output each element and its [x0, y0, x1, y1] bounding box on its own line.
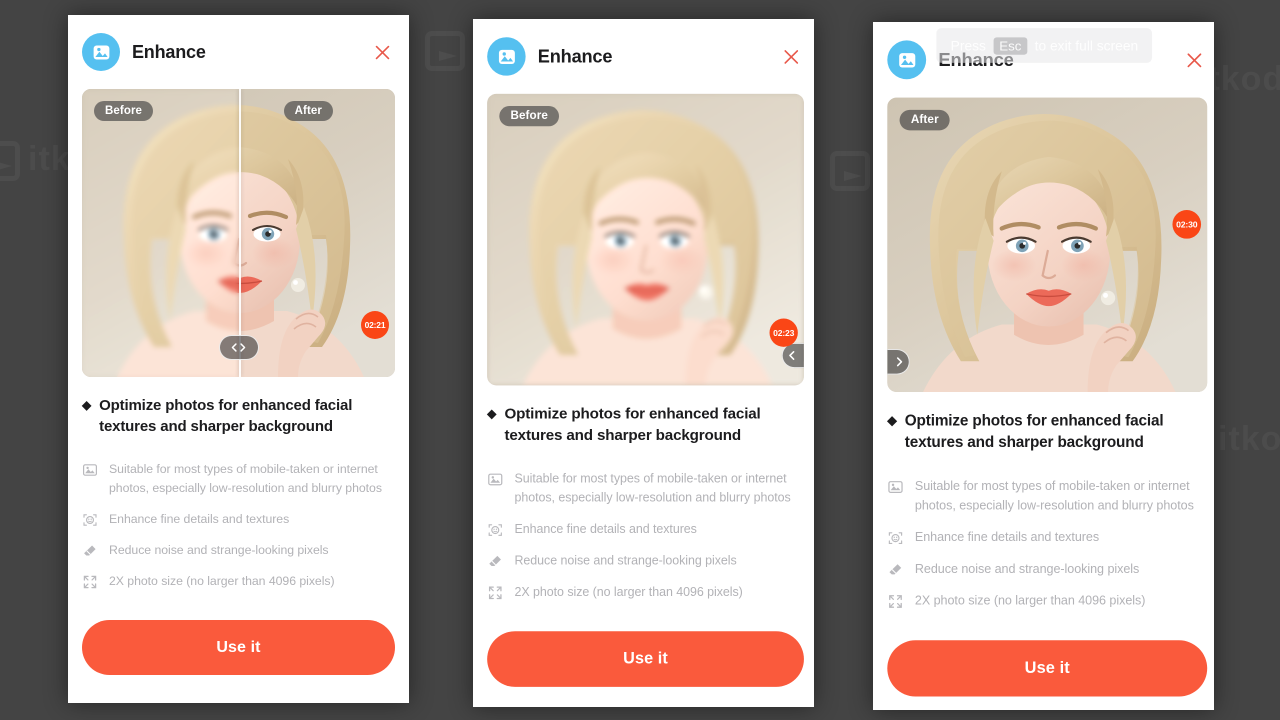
dialog-footer: Use it — [473, 631, 814, 707]
esc-key-badge: Esc — [993, 36, 1028, 55]
list-item-label: Enhance fine details and textures — [914, 529, 1100, 544]
expand-icon — [487, 584, 503, 600]
list-item: Reduce noise and strange-looking pixels — [82, 541, 395, 560]
eraser-icon — [887, 561, 903, 577]
dialog-footer: Use it — [873, 640, 1214, 710]
headline: ◆ Optimize photos for enhanced facial te… — [887, 410, 1207, 454]
compare-slider-handle[interactable] — [218, 335, 259, 360]
face-scan-icon — [82, 512, 98, 528]
eraser-icon — [487, 553, 503, 569]
image-icon — [887, 478, 903, 494]
feature-list: Suitable for most types of mobile-taken … — [887, 476, 1207, 610]
bullet-icon: ◆ — [82, 398, 92, 412]
photo-enhance-icon — [887, 40, 927, 80]
before-after-comparison[interactable]: After 02:30 — [887, 97, 1208, 392]
list-item-label: Reduce noise and strange-looking pixels — [914, 561, 1140, 576]
before-after-comparison[interactable]: Before After 02:21 — [82, 89, 395, 377]
photo-enhance-icon — [82, 33, 120, 71]
countdown-timer-badge: 02:30 — [1172, 210, 1202, 239]
headline-text: Optimize photos for enhanced facial text… — [904, 412, 1164, 452]
tooltip-prefix: Press — [950, 37, 986, 54]
dialog-body: ◆ Optimize photos for enhanced facial te… — [473, 385, 814, 631]
close-icon[interactable] — [778, 43, 804, 69]
list-item-label: Reduce noise and strange-looking pixels — [109, 542, 329, 557]
close-icon[interactable] — [1181, 47, 1208, 74]
compare-divider — [238, 89, 241, 377]
dialog-header: Enhance — [473, 19, 814, 94]
use-it-button[interactable]: Use it — [82, 620, 395, 675]
list-item-label: 2X photo size (no larger than 4096 pixel… — [914, 593, 1146, 608]
face-scan-icon — [487, 522, 503, 538]
list-item-label: Enhance fine details and textures — [109, 511, 290, 526]
page-title: Enhance — [537, 45, 613, 67]
countdown-timer-badge: 02:23 — [769, 318, 798, 347]
use-it-button[interactable]: Use it — [487, 631, 804, 687]
countdown-timer-badge: 02:21 — [361, 311, 389, 339]
list-item: Enhance fine details and textures — [487, 520, 804, 539]
list-item: 2X photo size (no larger than 4096 pixel… — [82, 572, 395, 591]
enhance-dialog-panel-3[interactable]: Press Esc to exit full screen Enhance — [873, 22, 1214, 710]
feature-list: Suitable for most types of mobile-taken … — [487, 469, 804, 602]
feature-list: Suitable for most types of mobile-taken … — [82, 460, 395, 591]
list-item-label: 2X photo size (no larger than 4096 pixel… — [109, 573, 335, 588]
tooltip-suffix: to exit full screen — [1034, 37, 1139, 54]
use-it-button[interactable]: Use it — [887, 640, 1208, 697]
panel-stage: Enhance Before After 02:21 ◆ Optimize ph… — [0, 0, 1280, 720]
list-item: Suitable for most types of mobile-taken … — [82, 460, 395, 498]
after-image — [887, 98, 1207, 392]
list-item: 2X photo size (no larger than 4096 pixel… — [887, 591, 1207, 610]
before-image — [82, 89, 239, 377]
bullet-icon: ◆ — [887, 413, 897, 428]
headline-text: Optimize photos for enhanced facial text… — [99, 397, 353, 436]
after-label: After — [283, 101, 333, 121]
bullet-icon: ◆ — [487, 406, 497, 421]
page-title: Enhance — [132, 41, 206, 62]
enhance-dialog-panel-1[interactable]: Enhance Before After 02:21 ◆ Optimize ph… — [68, 15, 409, 703]
after-label: After — [899, 109, 951, 131]
list-item: Reduce noise and strange-looking pixels — [487, 551, 804, 570]
list-item-label: Reduce noise and strange-looking pixels — [514, 553, 737, 568]
eraser-icon — [82, 543, 98, 559]
expand-icon — [887, 593, 903, 609]
dialog-header: Press Esc to exit full screen Enhance — [873, 22, 1214, 98]
image-icon — [487, 471, 503, 487]
dialog-body: ◆ Optimize photos for enhanced facial te… — [68, 377, 409, 620]
expand-icon — [82, 574, 98, 590]
enhance-dialog-panel-2[interactable]: Enhance Before 02:23 ◆ Optimize photos f… — [473, 19, 814, 707]
headline: ◆ Optimize photos for enhanced facial te… — [487, 404, 804, 447]
image-icon — [82, 462, 98, 478]
dialog-header: Enhance — [68, 15, 409, 89]
face-scan-icon — [887, 530, 903, 546]
list-item: Enhance fine details and textures — [82, 510, 395, 529]
before-after-comparison[interactable]: Before 02:23 — [487, 93, 804, 386]
list-item-label: Suitable for most types of mobile-taken … — [914, 478, 1194, 513]
list-item: Reduce noise and strange-looking pixels — [887, 559, 1207, 578]
headline: ◆ Optimize photos for enhanced facial te… — [82, 395, 395, 438]
list-item-label: Suitable for most types of mobile-taken … — [109, 461, 382, 495]
before-image — [487, 94, 804, 385]
dialog-footer: Use it — [68, 620, 409, 703]
before-label: Before — [499, 106, 560, 127]
before-label: Before — [94, 101, 154, 121]
headline-text: Optimize photos for enhanced facial text… — [504, 405, 761, 445]
list-item-label: 2X photo size (no larger than 4096 pixel… — [514, 584, 743, 599]
list-item: Suitable for most types of mobile-taken … — [487, 469, 804, 508]
dialog-body: ◆ Optimize photos for enhanced facial te… — [873, 392, 1214, 640]
list-item: Enhance fine details and textures — [887, 528, 1207, 547]
list-item: 2X photo size (no larger than 4096 pixel… — [487, 582, 804, 601]
list-item-label: Suitable for most types of mobile-taken … — [514, 470, 791, 505]
close-icon[interactable] — [369, 39, 395, 65]
list-item-label: Enhance fine details and textures — [514, 521, 697, 536]
photo-enhance-icon — [487, 37, 526, 76]
exit-fullscreen-tooltip: Press Esc to exit full screen — [936, 28, 1153, 63]
list-item: Suitable for most types of mobile-taken … — [887, 476, 1207, 515]
